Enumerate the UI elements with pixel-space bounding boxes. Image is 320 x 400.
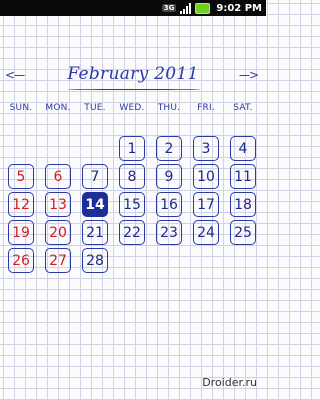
calendar-day[interactable]: 15 (119, 192, 145, 217)
calendar-day[interactable]: 4 (230, 136, 256, 161)
status-bar: 3G 9:02 PM (0, 0, 266, 16)
calendar-day[interactable]: 10 (193, 164, 219, 189)
battery-icon (195, 2, 211, 14)
calendar-day[interactable]: 1 (119, 136, 145, 161)
calendar-day[interactable]: 26 (8, 248, 34, 273)
weekday-sat: SAT. (233, 103, 253, 113)
watermark: Droider.ru (202, 376, 257, 389)
calendar-day[interactable]: 21 (82, 220, 108, 245)
calendar-day[interactable]: 23 (156, 220, 182, 245)
calendar-day[interactable]: 6 (45, 164, 71, 189)
calendar-day[interactable]: 17 (193, 192, 219, 217)
calendar-day[interactable]: 7 (82, 164, 108, 189)
calendar-day[interactable]: 18 (230, 192, 256, 217)
calendar-day[interactable]: 3 (193, 136, 219, 161)
weekday-sun: SUN. (9, 103, 33, 113)
weekday-wed: WED. (119, 103, 145, 113)
next-month-arrow[interactable]: ---> (239, 68, 259, 82)
calendar-day[interactable]: 22 (119, 220, 145, 245)
calendar-day[interactable]: 13 (45, 192, 71, 217)
network-type-indicator: 3G (161, 4, 177, 12)
weekday-fri: FRI. (197, 103, 215, 113)
weekday-tue: TUE. (84, 103, 106, 113)
calendar-day[interactable]: 9 (156, 164, 182, 189)
calendar-day[interactable]: 16 (156, 192, 182, 217)
calendar-day[interactable]: 25 (230, 220, 256, 245)
weekday-header-row: SUN. MON. TUE. WED. THU. FRI. SAT. (4, 103, 262, 117)
calendar-day-grid: 1 2 3 4 5 6 7 8 9 10 11 12 13 14 15 16 17 18 19 20 21 22 23 24 2… (4, 136, 262, 306)
calendar-day[interactable]: 2 (156, 136, 182, 161)
weekday-mon: MON. (45, 103, 71, 113)
calendar-day[interactable]: 12 (8, 192, 34, 217)
month-title: February 2011 (0, 64, 266, 90)
status-clock: 9:02 PM (216, 2, 262, 14)
calendar-header: <--- February 2011 ---> (0, 62, 266, 90)
calendar-day[interactable]: 8 (119, 164, 145, 189)
calendar-day-today[interactable]: 14 (82, 192, 108, 217)
calendar-day[interactable]: 20 (45, 220, 71, 245)
calendar-day[interactable]: 28 (82, 248, 108, 273)
signal-strength-icon (180, 2, 192, 14)
calendar-day[interactable]: 19 (8, 220, 34, 245)
calendar-day[interactable]: 11 (230, 164, 256, 189)
weekday-thu: THU. (157, 103, 181, 113)
calendar-day[interactable]: 5 (8, 164, 34, 189)
calendar-day[interactable]: 24 (193, 220, 219, 245)
calendar-day[interactable]: 27 (45, 248, 71, 273)
